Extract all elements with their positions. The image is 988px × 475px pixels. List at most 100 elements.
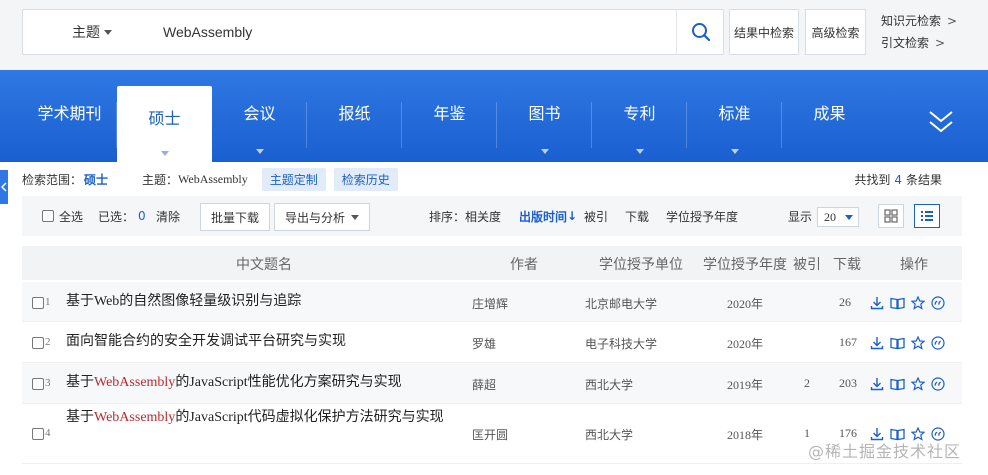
star-icon[interactable] bbox=[911, 296, 925, 310]
chevron-down-icon bbox=[255, 149, 264, 154]
citation-search-link[interactable]: 引文检索 > bbox=[881, 32, 957, 54]
institution-link[interactable]: 电子科技大学 bbox=[585, 335, 657, 352]
arrow-down-icon: ↓ bbox=[567, 209, 578, 223]
row-number: 1 bbox=[45, 296, 51, 308]
degree-year: 2019年 bbox=[727, 378, 764, 392]
table-row: 2 面向智能合约的安全开发调试平台研究与实现 罗雄 电子科技大学 2020年 167 bbox=[22, 322, 962, 363]
author-link[interactable]: 薛超 bbox=[472, 376, 496, 393]
degree-year: 2020年 bbox=[727, 297, 764, 311]
scope-label: 检索范围： bbox=[22, 172, 83, 187]
results-toolbar: 全选 已选： 0 清除 批量下载 导出与分析 排序： 相关度 出版时间 ↓ 被引 下… bbox=[22, 196, 962, 236]
download-count: 26 bbox=[839, 295, 851, 309]
column-downloads: 下载 bbox=[833, 257, 861, 273]
search-input[interactable] bbox=[163, 10, 675, 54]
tab-conference[interactable]: 会议 bbox=[212, 70, 307, 162]
row-checkbox[interactable] bbox=[32, 378, 44, 390]
star-icon[interactable] bbox=[911, 336, 925, 350]
topic-value: WebAssembly bbox=[178, 171, 248, 186]
row-number: 3 bbox=[45, 377, 51, 389]
chevron-down-icon bbox=[540, 149, 549, 154]
select-all-checkbox[interactable]: 全选 bbox=[42, 196, 83, 236]
tab-yearbook[interactable]: 年鉴 bbox=[402, 70, 497, 162]
search-header: 主题 结果中检索 高级检索 知识元检索> 引文检索> bbox=[0, 0, 988, 70]
export-analysis-button[interactable]: 导出与分析 bbox=[274, 203, 370, 231]
author-link[interactable]: 匡开圆 bbox=[472, 426, 508, 443]
download-icon[interactable] bbox=[870, 296, 884, 310]
row-checkbox[interactable] bbox=[32, 428, 44, 440]
batch-download-button[interactable]: 批量下载 bbox=[200, 203, 270, 231]
row-actions bbox=[870, 377, 945, 391]
tab-patents[interactable]: 专利 bbox=[592, 70, 687, 162]
institution-link[interactable]: 北京邮电大学 bbox=[585, 295, 657, 312]
title-text: 的JavaScript代码虚拟化保护方法研究与实现 bbox=[175, 410, 444, 425]
paper-title-link[interactable]: 面向智能合约的安全开发调试平台研究与实现 bbox=[66, 332, 464, 352]
sort-citations[interactable]: 被引 bbox=[584, 196, 608, 236]
chevron-right-icon: > bbox=[947, 14, 958, 28]
row-checkbox[interactable] bbox=[32, 337, 44, 349]
title-text: 基于 bbox=[66, 410, 94, 425]
paper-title-link[interactable]: 基于Web的自然图像轻量级识别与追踪 bbox=[66, 292, 464, 312]
list-view-button[interactable] bbox=[914, 204, 940, 228]
title-text: 的JavaScript性能优化方案研究与实现 bbox=[175, 375, 402, 390]
sort-relevance[interactable]: 相关度 bbox=[465, 196, 501, 236]
search-history-button[interactable]: 检索历史 bbox=[333, 167, 398, 191]
download-icon[interactable] bbox=[870, 377, 884, 391]
expand-more-icon[interactable] bbox=[928, 106, 954, 136]
search-within-results-button[interactable]: 结果中检索 bbox=[729, 9, 799, 55]
star-icon[interactable] bbox=[911, 377, 925, 391]
page-size-select[interactable]: 20 bbox=[817, 207, 859, 227]
title-text: 基于 bbox=[66, 375, 94, 390]
tab-journals[interactable]: 学术期刊 bbox=[22, 70, 117, 162]
quote-icon[interactable] bbox=[931, 336, 945, 350]
tab-achievements[interactable]: 成果 bbox=[782, 70, 877, 162]
checkbox[interactable] bbox=[42, 210, 54, 222]
table-header: 中文题名 作者 学位授予单位 学位授予年度 被引 下载 操作 bbox=[22, 246, 962, 280]
list-view-icon bbox=[921, 211, 933, 221]
read-book-icon[interactable] bbox=[890, 296, 905, 310]
paper-title-link[interactable]: 基于WebAssembly的JavaScript代码虚拟化保护方法研究与实现 bbox=[66, 408, 464, 428]
chevron-down-icon bbox=[351, 214, 359, 220]
column-citations: 被引 bbox=[793, 257, 821, 273]
table-row: 3 基于WebAssembly的JavaScript性能优化方案研究与实现 薛超 西北… bbox=[22, 363, 962, 404]
download-icon[interactable] bbox=[870, 336, 884, 350]
collapse-sidebar-tab[interactable] bbox=[0, 170, 8, 204]
tab-books[interactable]: 图书 bbox=[497, 70, 592, 162]
institution-link[interactable]: 西北大学 bbox=[585, 376, 633, 393]
read-book-icon[interactable] bbox=[890, 377, 905, 391]
topic-subscribe-button[interactable]: 主题定制 bbox=[261, 167, 326, 191]
chevron-left-icon bbox=[1, 182, 7, 192]
selected-count: 已选： 0 bbox=[98, 209, 146, 224]
row-actions bbox=[870, 336, 945, 350]
tab-newspaper[interactable]: 报纸 bbox=[307, 70, 402, 162]
sort-downloads[interactable]: 下载 bbox=[625, 196, 649, 236]
clear-selection-link[interactable]: 清除 bbox=[156, 196, 180, 236]
search-field-select[interactable]: 主题 bbox=[23, 10, 161, 54]
institution-link[interactable]: 西北大学 bbox=[585, 426, 633, 443]
degree-year: 2018年 bbox=[727, 428, 764, 442]
knowledge-search-link[interactable]: 知识元检索 > bbox=[881, 10, 957, 32]
sort-publish-time[interactable]: 出版时间 ↓ bbox=[519, 196, 577, 236]
read-book-icon[interactable] bbox=[890, 336, 905, 350]
row-checkbox[interactable] bbox=[32, 297, 44, 309]
search-button[interactable] bbox=[676, 10, 724, 54]
author-link[interactable]: 庄增辉 bbox=[472, 295, 508, 312]
chevron-right-icon: > bbox=[935, 36, 946, 50]
paper-title-link[interactable]: 基于WebAssembly的JavaScript性能优化方案研究与实现 bbox=[66, 373, 464, 393]
row-number: 2 bbox=[45, 336, 51, 348]
select-all-label: 全选 bbox=[59, 209, 84, 224]
grid-view-button[interactable] bbox=[878, 204, 904, 228]
tab-standards[interactable]: 标准 bbox=[687, 70, 782, 162]
search-field-label: 主题 bbox=[72, 25, 100, 41]
quote-icon[interactable] bbox=[931, 296, 945, 310]
tab-masters[interactable]: 硕士 bbox=[117, 86, 212, 162]
column-title[interactable]: 中文题名 bbox=[236, 254, 292, 274]
scope-value: 硕士 bbox=[84, 172, 109, 187]
column-author: 作者 bbox=[510, 257, 538, 273]
search-box: 主题 bbox=[22, 9, 724, 55]
quote-icon[interactable] bbox=[931, 377, 945, 391]
author-link[interactable]: 罗雄 bbox=[472, 335, 496, 352]
advanced-search-button[interactable]: 高级检索 bbox=[805, 9, 866, 55]
chevron-down-icon bbox=[845, 215, 853, 220]
column-institution: 学位授予单位 bbox=[599, 257, 683, 273]
sort-degree-year[interactable]: 学位授予年度 bbox=[666, 196, 738, 236]
